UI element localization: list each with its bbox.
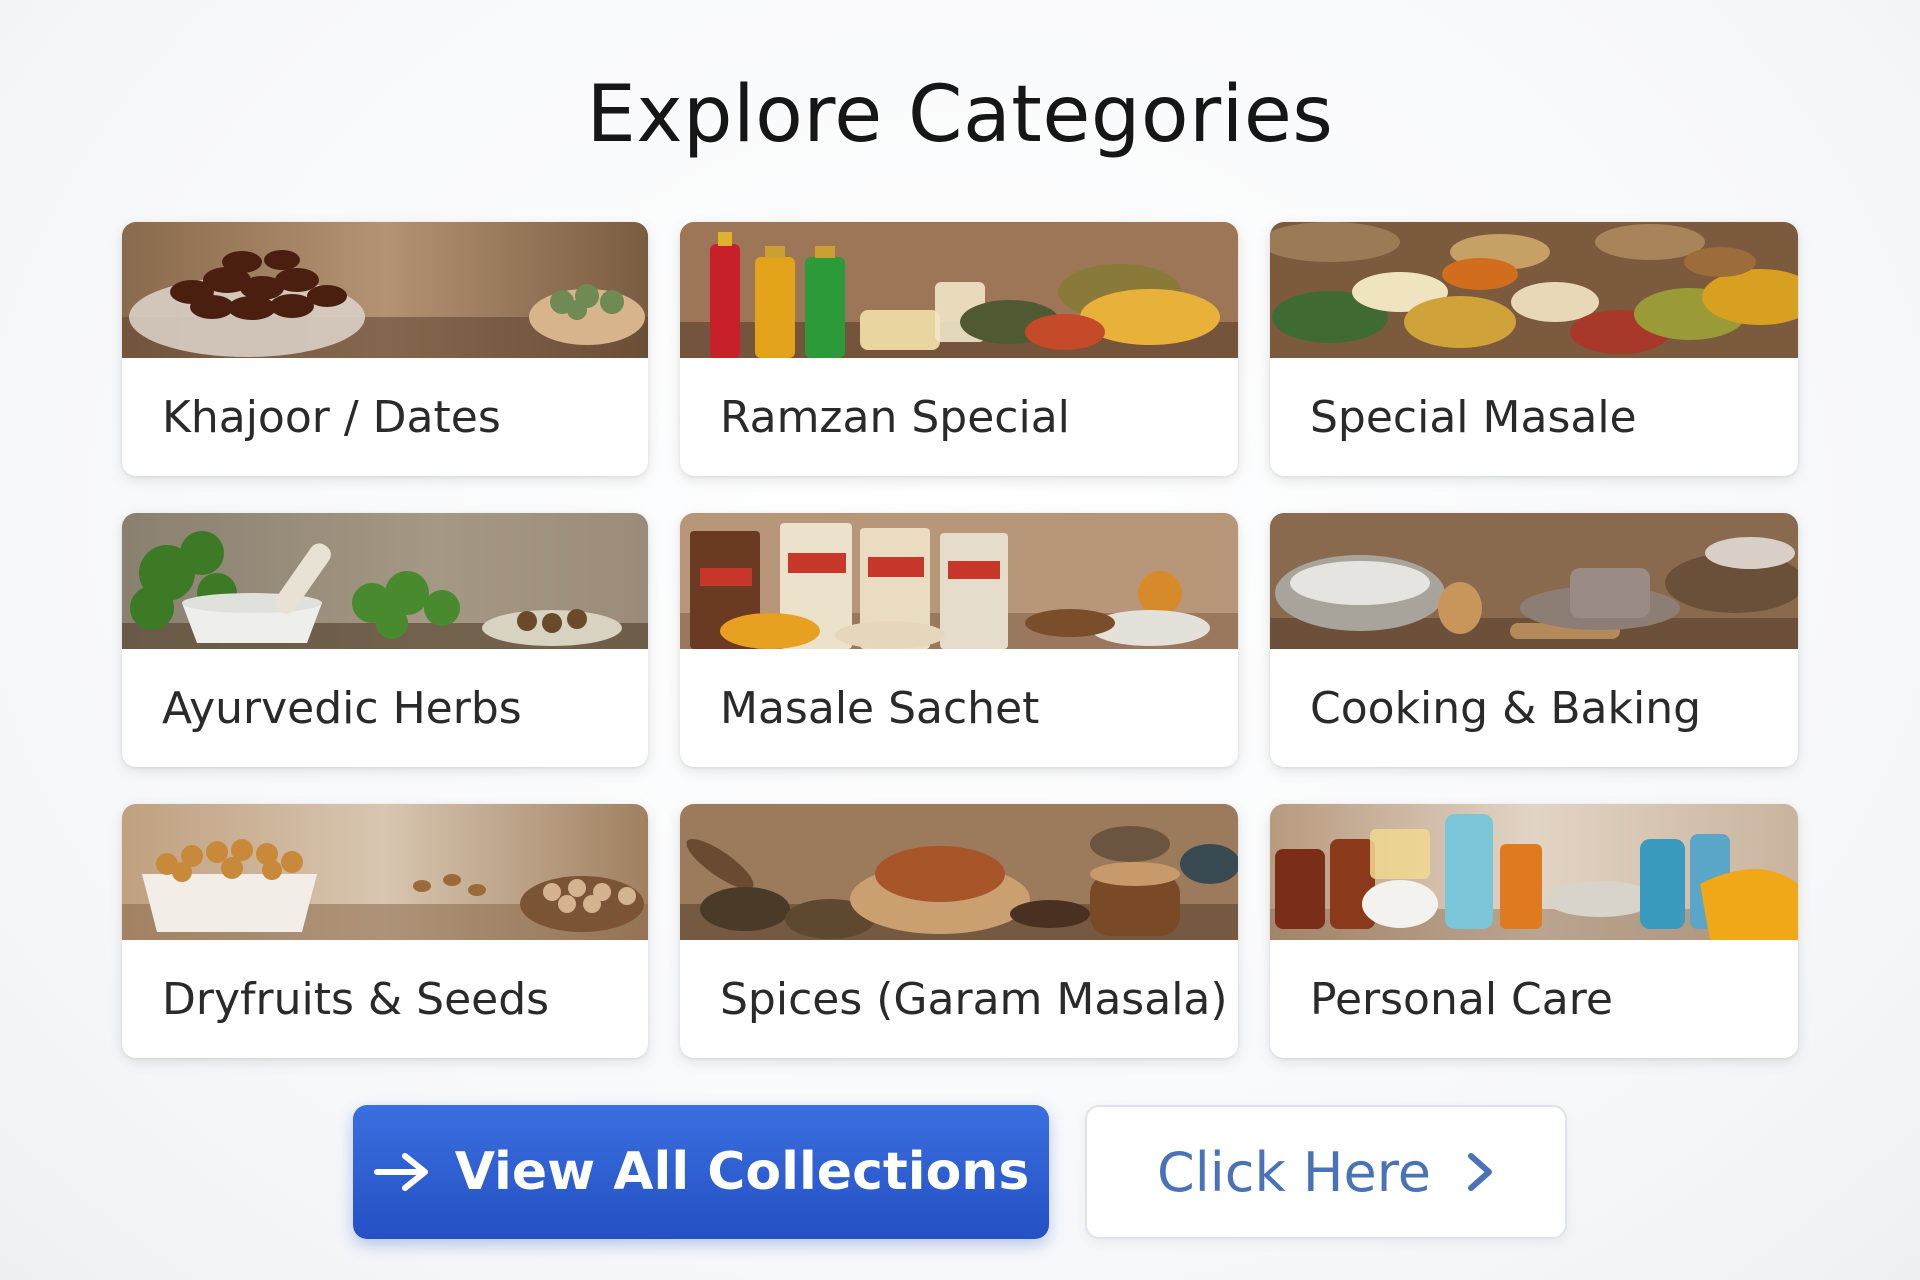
category-label: Spices (Garam Masala) — [720, 973, 1228, 1025]
category-card-special-masale[interactable]: Special Masale — [1270, 222, 1798, 476]
click-here-button[interactable]: Click Here — [1085, 1105, 1567, 1239]
category-label: Khajoor / Dates — [162, 391, 501, 443]
sachet-image — [680, 513, 1238, 649]
chevron-right-icon — [1465, 1150, 1495, 1194]
category-card-spices-garam-masala[interactable]: Spices (Garam Masala) — [680, 804, 1238, 1058]
page-title: Explore Categories — [586, 70, 1334, 160]
category-label: Masale Sachet — [720, 682, 1040, 734]
category-card-masale-sachet[interactable]: Masale Sachet — [680, 513, 1238, 767]
category-card-ayurvedic-herbs[interactable]: Ayurvedic Herbs — [122, 513, 648, 767]
arrow-right-icon — [373, 1150, 431, 1194]
category-card-cooking-baking[interactable]: Cooking & Baking — [1270, 513, 1798, 767]
category-card-ramzan-special[interactable]: Ramzan Special — [680, 222, 1238, 476]
baking-image — [1270, 513, 1798, 649]
category-label: Ayurvedic Herbs — [162, 682, 522, 734]
click-here-label: Click Here — [1157, 1140, 1431, 1204]
category-card-dates[interactable]: Khajoor / Dates — [122, 222, 648, 476]
dryfruits-image — [122, 804, 648, 940]
view-all-collections-button[interactable]: View All Collections — [353, 1105, 1049, 1239]
herbs-image — [122, 513, 648, 649]
category-grid: Khajoor / Dates Ramzan Special Special M… — [122, 222, 1798, 1058]
masale-image — [1270, 222, 1798, 358]
personal-care-image — [1270, 804, 1798, 940]
category-label: Ramzan Special — [720, 391, 1070, 443]
category-card-personal-care[interactable]: Personal Care — [1270, 804, 1798, 1058]
category-label: Cooking & Baking — [1310, 682, 1702, 734]
category-label: Personal Care — [1310, 973, 1613, 1025]
view-all-label: View All Collections — [454, 1142, 1030, 1202]
category-label: Special Masale — [1310, 391, 1637, 443]
dates-image — [122, 222, 648, 358]
ramzan-image — [680, 222, 1238, 358]
action-buttons: View All Collections Click Here — [0, 1105, 1920, 1241]
category-card-dryfruits-seeds[interactable]: Dryfruits & Seeds — [122, 804, 648, 1058]
category-label: Dryfruits & Seeds — [162, 973, 550, 1025]
spices-image — [680, 804, 1238, 940]
